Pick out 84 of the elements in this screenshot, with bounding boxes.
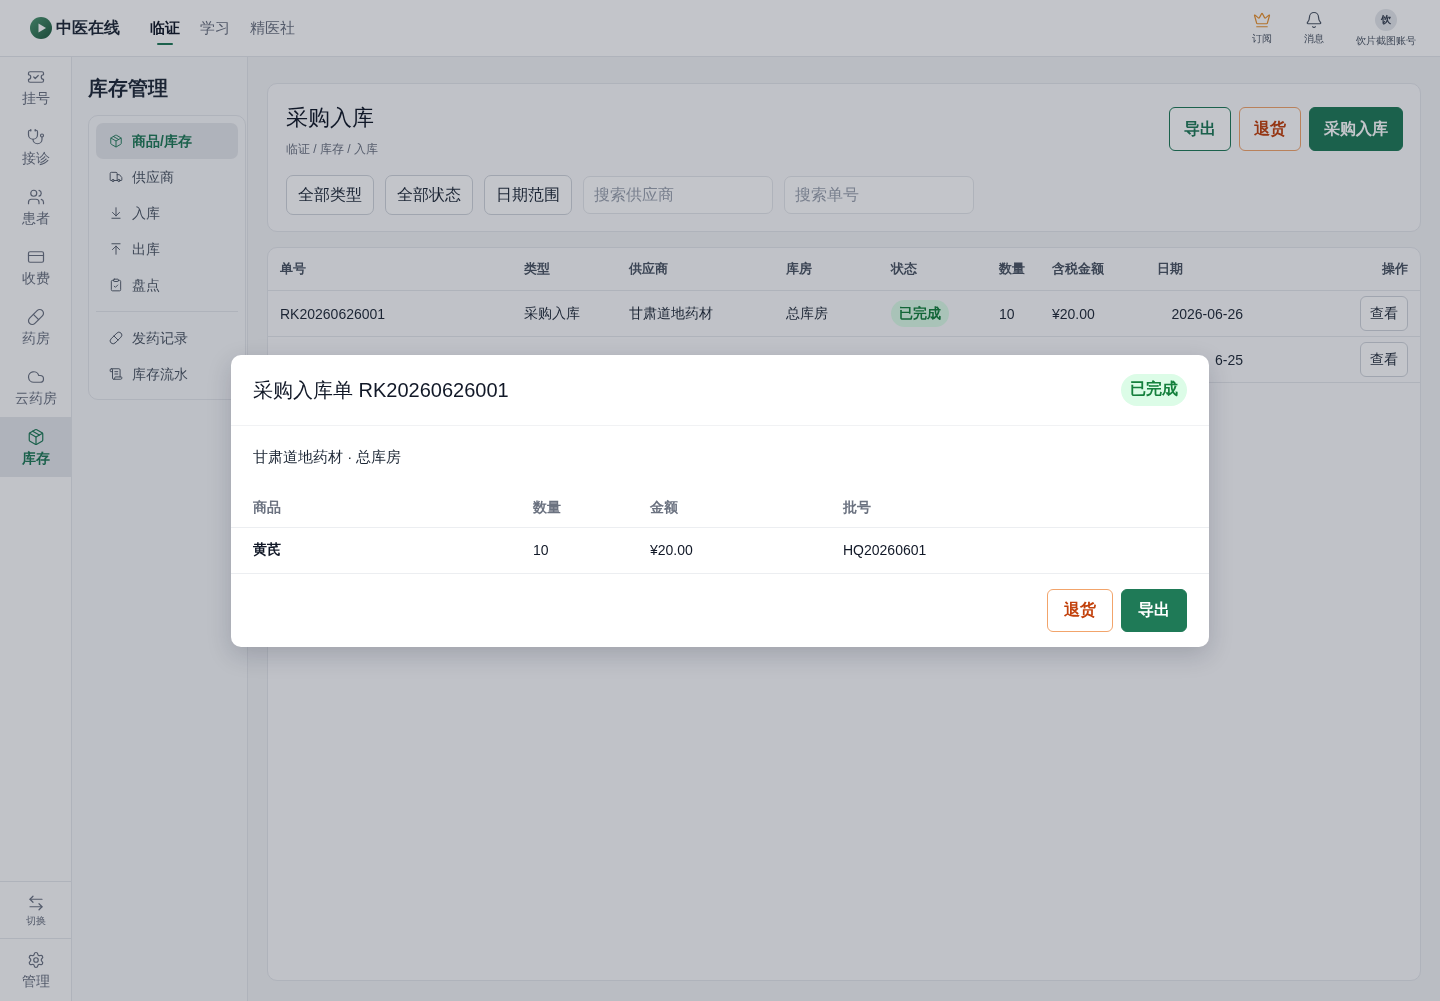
rail-item[interactable]: 云药房 <box>14 367 57 407</box>
nav-tab[interactable]: 精医社 <box>250 18 295 45</box>
action-button[interactable]: 导出 <box>1121 588 1187 632</box>
menu-item[interactable]: 商品/库存 <box>96 123 238 159</box>
filter-button[interactable]: 全部类型 <box>286 175 374 215</box>
dialog-subtitle: 甘肃道地药材 · 总库房 <box>253 446 402 467</box>
column-header: 库房 <box>786 260 812 278</box>
rail-item[interactable]: 接诊 <box>21 127 50 167</box>
filter-button[interactable]: 日期范围 <box>484 175 572 215</box>
action-button[interactable]: 退货 <box>1047 588 1113 632</box>
order-type: 采购入库 <box>524 304 580 323</box>
batch-number: HQ20260601 <box>843 542 927 558</box>
action-button[interactable]: 退货 <box>1239 107 1301 151</box>
pill-icon <box>26 307 45 326</box>
amount-value: ¥20.00 <box>1052 305 1095 322</box>
search-field[interactable]: 搜索供应商 <box>583 176 773 214</box>
messages-button[interactable]: 消息 <box>1304 11 1324 45</box>
brand-name: 中医在线 <box>56 18 120 38</box>
arrow-down-icon <box>109 206 123 220</box>
pill-icon <box>109 331 123 345</box>
arrow-up-icon <box>109 242 123 256</box>
view-button[interactable]: 查看 <box>1360 342 1408 377</box>
quantity-value: 10 <box>999 305 1015 322</box>
rail-item[interactable]: 药房 <box>21 307 50 347</box>
menu-item[interactable]: 供应商 <box>109 168 174 186</box>
column-header: 金额 <box>650 498 678 517</box>
column-header: 日期 <box>1157 260 1183 278</box>
rail-item[interactable]: 患者 <box>21 187 50 227</box>
settings-icon <box>26 950 45 969</box>
column-header: 商品 <box>253 498 281 517</box>
column-header: 批号 <box>843 498 871 517</box>
view-button[interactable]: 查看 <box>1360 296 1408 331</box>
status-tag: 已完成 <box>891 300 949 327</box>
nav-tab[interactable]: 学习 <box>200 18 230 45</box>
column-header: 类型 <box>524 260 550 278</box>
column-header: 操作 <box>1382 260 1408 278</box>
order-number: RK20260626001 <box>280 305 386 322</box>
menu-item[interactable]: 发药记录 <box>109 329 188 347</box>
play-logo-icon <box>30 17 52 39</box>
action-button[interactable]: 采购入库 <box>1309 107 1403 151</box>
filter-button[interactable]: 全部状态 <box>385 175 473 215</box>
search-field[interactable]: 搜索单号 <box>784 176 974 214</box>
stethoscope-icon <box>26 127 45 146</box>
menu-item[interactable]: 库存流水 <box>109 365 188 383</box>
rail-item[interactable]: 收费 <box>21 247 50 287</box>
rail-item[interactable]: 切换 <box>25 893 46 927</box>
breadcrumb: 临证 / 库存 / 入库 <box>286 141 378 158</box>
warehouse-name: 总库房 <box>786 304 828 323</box>
rail-item[interactable]: 管理 <box>21 950 50 990</box>
rail-item[interactable]: 库存 <box>0 417 71 477</box>
column-header: 供应商 <box>629 260 668 278</box>
nav-tab[interactable]: 临证 <box>150 18 180 45</box>
menu-item[interactable]: 出库 <box>109 240 160 258</box>
rail-item[interactable]: 挂号 <box>21 67 50 107</box>
people-icon <box>26 187 45 206</box>
quantity-value: 10 <box>533 542 549 558</box>
clipboard-check-icon <box>109 278 123 292</box>
scroll-icon <box>109 367 123 381</box>
subscribe-button[interactable]: 订阅 <box>1252 11 1272 45</box>
date-value: 6-25 <box>1214 351 1243 368</box>
truck-icon <box>109 170 123 184</box>
action-button[interactable]: 导出 <box>1169 107 1231 151</box>
column-header: 单号 <box>280 260 306 278</box>
account-button[interactable]: 饮 饮片截图账号 <box>1356 9 1416 47</box>
column-header: 状态 <box>891 260 917 278</box>
menu-item[interactable]: 入库 <box>109 204 160 222</box>
amount-value: ¥20.00 <box>650 542 693 558</box>
box-icon <box>26 427 45 446</box>
product-name: 黄芪 <box>253 541 281 559</box>
column-header: 含税金额 <box>1052 260 1104 278</box>
avatar: 饮 <box>1375 9 1397 31</box>
supplier-name: 甘肃道地药材 <box>629 304 713 323</box>
date-value: 2026-06-26 <box>1171 305 1243 322</box>
crown-icon <box>1253 11 1271 29</box>
column-header: 数量 <box>999 260 1025 278</box>
box-icon <box>109 134 123 148</box>
menu-item[interactable]: 盘点 <box>109 276 160 294</box>
dialog-title: 采购入库单 RK20260626001 <box>253 377 509 403</box>
swap-arrows-icon <box>26 893 45 912</box>
page-title: 采购入库 <box>286 104 375 132</box>
section-title: 库存管理 <box>88 76 169 101</box>
column-header: 数量 <box>533 498 561 517</box>
bell-icon <box>1305 11 1323 29</box>
status-tag: 已完成 <box>1121 373 1187 406</box>
